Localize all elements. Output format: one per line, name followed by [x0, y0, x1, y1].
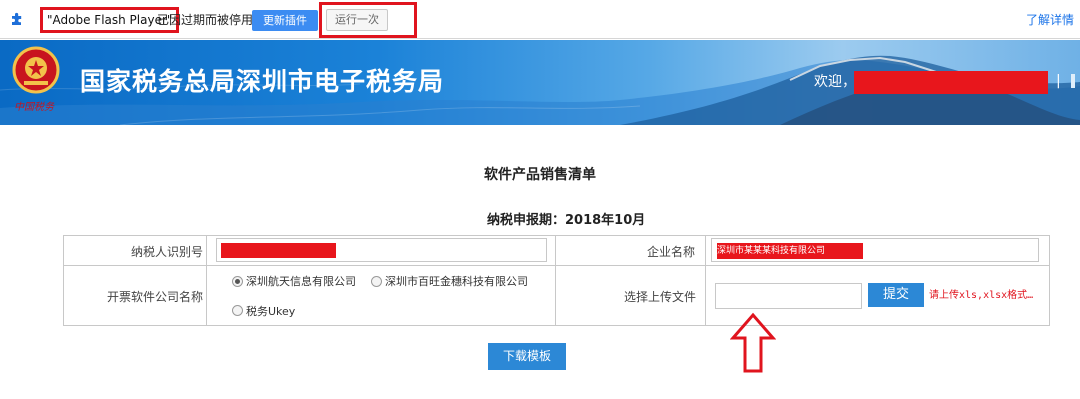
radio-tax-ukey[interactable]: [232, 305, 243, 316]
redacted-company-name: 深圳市某某某科技有限公司: [717, 243, 863, 259]
up-arrow-icon: [730, 312, 776, 373]
page-title: 软件产品销售清单: [484, 167, 596, 183]
welcome-text: 欢迎，: [814, 74, 856, 90]
upload-format-hint: 请上传xls,xlsx格式…: [929, 290, 1034, 301]
radio-aisino-label[interactable]: 深圳航天信息有限公司: [246, 275, 356, 289]
submit-button[interactable]: 提交: [868, 283, 924, 307]
upload-file-label: 选择上传文件: [624, 290, 697, 304]
plugin-disabled-message: 已因过期而被停用: [157, 13, 254, 27]
run-once-button[interactable]: 运行一次: [326, 9, 388, 31]
page: "Adobe Flash Player" 已因过期而被停用 更新插件 运行一次 …: [0, 0, 1080, 399]
emblem-caption: 中国税务: [14, 102, 54, 113]
redacted-taxpayer-id: [221, 243, 336, 258]
filing-period: 纳税申报期：2018年10月: [487, 213, 646, 228]
update-plugin-button[interactable]: 更新插件: [252, 10, 318, 31]
taxpayer-id-label: 纳税人识别号: [131, 245, 204, 259]
tax-emblem-icon: [12, 46, 60, 94]
software-company-label: 开票软件公司名称: [107, 290, 204, 304]
plugin-notification-bar: "Adobe Flash Player" 已因过期而被停用 更新插件 运行一次 …: [0, 0, 1080, 39]
site-banner: 中国税务 国家税务总局深圳市电子税务局 欢迎， |: [0, 40, 1080, 125]
radio-tax-ukey-label[interactable]: 税务Ukey: [246, 305, 295, 319]
puzzle-piece-icon: [12, 12, 22, 25]
radio-baiwang-label[interactable]: 深圳市百旺金穗科技有限公司: [385, 275, 528, 289]
header-separator: |: [1056, 73, 1061, 89]
company-name-label: 企业名称: [647, 245, 696, 259]
site-title: 国家税务总局深圳市电子税务局: [80, 67, 445, 96]
learn-more-link[interactable]: 了解详情: [1026, 12, 1074, 28]
radio-aisino[interactable]: [232, 276, 243, 287]
redacted-username: [854, 71, 1048, 94]
radio-baiwang[interactable]: [371, 276, 382, 287]
header-link-partial[interactable]: [1071, 74, 1075, 88]
file-upload-input[interactable]: [715, 283, 862, 309]
download-template-button[interactable]: 下载模板: [488, 343, 566, 370]
